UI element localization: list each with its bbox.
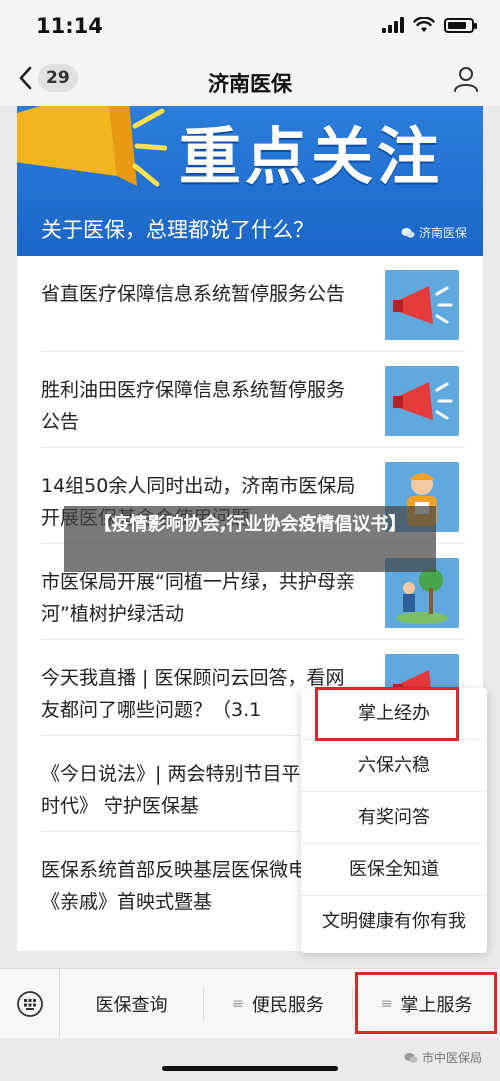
battery-level: [448, 21, 466, 29]
article-title: 胜利油田医疗保障信息系统暂停服务公告: [41, 379, 346, 433]
watermark-text: 市中医保局: [421, 1051, 482, 1065]
tab-convenience-service[interactable]: ≡ 便民服务: [204, 969, 352, 1039]
menu-item-quiz[interactable]: 有奖问答: [301, 792, 487, 844]
menu-item-six-guarantees[interactable]: 六保六稳: [301, 740, 487, 792]
list-item[interactable]: 胜利油田医疗保障信息系统暂停服务公告: [41, 352, 465, 448]
home-indicator[interactable]: [162, 1066, 338, 1071]
article-title: 市医保局开展“同植一片绿，共护母亲河”植树护绿活动: [41, 571, 355, 625]
list-item[interactable]: 省直医疗保障信息系统暂停服务公告: [41, 256, 465, 352]
tab-label: 医保查询: [95, 995, 168, 1016]
wechat-icon: [401, 227, 415, 238]
banner[interactable]: 重点关注 关于医保，总理都说了什么？ 济南医保: [17, 106, 483, 256]
banner-logo: 济南医保: [401, 224, 467, 241]
page-title: 济南医保: [208, 72, 292, 96]
wechat-icon: [404, 1052, 418, 1063]
keyboard-toggle-button[interactable]: [0, 969, 60, 1039]
nav-bar: 29 济南医保: [0, 56, 500, 106]
megaphone-thumbnail-icon: [385, 270, 459, 340]
highlight-box-tab: [355, 972, 497, 1034]
keyboard-icon: [16, 991, 43, 1017]
watermark: 市中医保局: [404, 1049, 482, 1066]
banner-headline: 重点关注: [179, 120, 444, 193]
menu-lines-icon: ≡: [232, 996, 244, 1012]
megaphone-icon: [17, 106, 167, 187]
highlight-box-menu-item: [315, 687, 459, 741]
article-title: 省直医疗保障信息系统暂停服务公告: [41, 283, 346, 305]
signal-icon: [382, 17, 404, 33]
banner-subtitle: 关于医保，总理都说了什么？: [41, 218, 314, 242]
caption-overlay: 【疫情影响协会,行业协会疫情倡议书】: [64, 506, 436, 572]
tab-insurance-query[interactable]: 医保查询: [60, 969, 203, 1039]
tab-label: 便民服务: [251, 995, 324, 1016]
menu-item-insurance-knowledge[interactable]: 医保全知道: [301, 844, 487, 896]
status-bar: 11:14: [0, 0, 500, 56]
wifi-icon: [413, 17, 435, 32]
banner-logo-text: 济南医保: [418, 226, 467, 240]
battery-icon: [444, 17, 477, 33]
menu-item-civilized-health[interactable]: 文明健康有你有我: [301, 896, 487, 948]
status-icons: [382, 17, 477, 33]
status-time: 11:14: [36, 14, 103, 38]
profile-icon[interactable]: [452, 65, 480, 93]
megaphone-thumbnail-icon: [385, 366, 459, 436]
